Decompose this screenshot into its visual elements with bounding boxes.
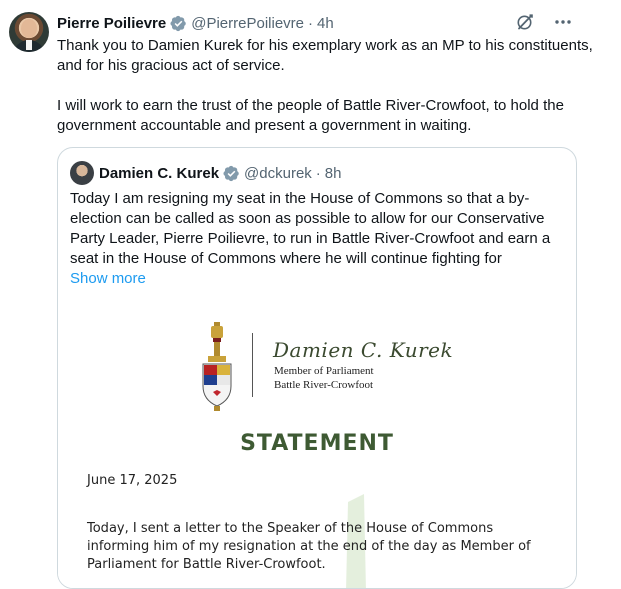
verified-badge-icon xyxy=(223,165,239,181)
statement-date: June 17, 2025 xyxy=(87,473,178,488)
tweet-header: Pierre Poilievre @PierrePoilievre · 4h xyxy=(57,13,334,33)
avatar-collar xyxy=(26,40,32,50)
quote-author-avatar[interactable] xyxy=(70,161,94,185)
statement-paragraph: Today, I sent a letter to the Speaker of… xyxy=(87,521,531,572)
author-name[interactable]: Pierre Poilievre xyxy=(57,15,166,32)
house-of-commons-crest-icon xyxy=(202,322,232,411)
tweet-text: Thank you to Damien Kurek for his exempl… xyxy=(57,36,597,136)
statement-image[interactable]: Damien C. Kurek Member of Parliament Bat… xyxy=(58,296,576,588)
avatar-face xyxy=(21,19,37,38)
divider xyxy=(252,333,253,397)
more-options-icon[interactable] xyxy=(553,12,573,32)
verified-badge-icon xyxy=(170,15,186,31)
tweet-paragraph-1: Thank you to Damien Kurek for his exempl… xyxy=(57,37,593,74)
riding-name: Battle River-Crowfoot xyxy=(274,379,374,391)
signature-name: Damien C. Kurek xyxy=(273,338,454,362)
quote-header: Damien C. Kurek @dckurek · 8h xyxy=(70,161,341,185)
quote-time[interactable]: 8h xyxy=(325,165,342,182)
tweet-time[interactable]: 4h xyxy=(317,15,334,32)
separator: · xyxy=(308,14,313,32)
quoted-tweet[interactable]: Damien C. Kurek @dckurek · 8h Today I am… xyxy=(57,147,577,589)
grok-icon[interactable] xyxy=(515,12,535,32)
quote-author-name[interactable]: Damien C. Kurek xyxy=(99,165,219,182)
quote-text: Today I am resigning my seat in the Hous… xyxy=(70,190,551,267)
author-handle[interactable]: @PierrePoilievre xyxy=(191,15,304,32)
tweet-actions xyxy=(515,12,573,32)
show-more-link[interactable]: Show more xyxy=(70,269,146,289)
author-avatar[interactable] xyxy=(9,12,49,52)
tweet: Pierre Poilievre @PierrePoilievre · 4h T… xyxy=(0,0,621,589)
separator: · xyxy=(315,164,321,182)
tweet-paragraph-2: I will work to earn the trust of the peo… xyxy=(57,97,564,134)
member-title: Member of Parliament xyxy=(274,365,374,377)
statement-heading: STATEMENT xyxy=(240,431,394,456)
quote-author-handle[interactable]: @dckurek xyxy=(244,165,312,182)
